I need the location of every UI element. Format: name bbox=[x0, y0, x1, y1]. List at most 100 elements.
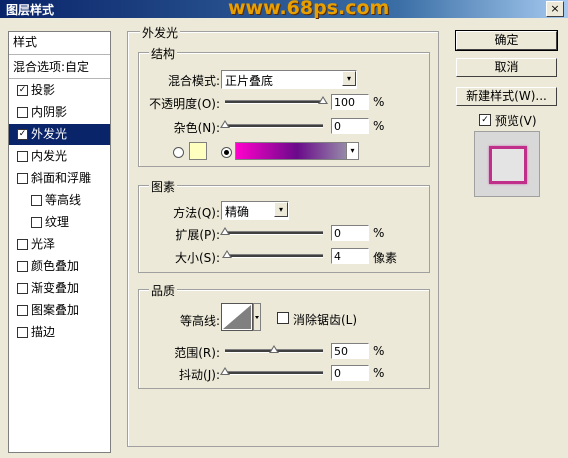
spread-unit: % bbox=[373, 226, 385, 240]
slider-thumb[interactable] bbox=[269, 345, 279, 353]
opacity-slider[interactable] bbox=[225, 96, 328, 107]
ok-button[interactable]: 确定 bbox=[455, 30, 558, 51]
style-item-checkbox[interactable] bbox=[17, 261, 28, 272]
jitter-input[interactable]: 0 bbox=[331, 365, 369, 381]
style-item-checkbox[interactable] bbox=[17, 305, 28, 316]
style-item-12[interactable]: 描边 bbox=[9, 322, 110, 343]
style-item-label: 斜面和浮雕 bbox=[31, 171, 92, 185]
structure-group: 结构 混合模式: 正片叠底 ▾ 不透明度(O): 100 % 杂色(N): 0 … bbox=[138, 45, 430, 167]
new-style-button[interactable]: 新建样式(W)... bbox=[456, 87, 557, 106]
slider-thumb[interactable] bbox=[221, 250, 232, 258]
style-item-label: 等高线 bbox=[45, 193, 82, 207]
style-item-label: 颜色叠加 bbox=[31, 259, 80, 273]
size-label: 大小(S): bbox=[174, 251, 220, 265]
size-slider[interactable] bbox=[221, 250, 323, 261]
gradient-radio[interactable] bbox=[221, 147, 232, 158]
style-item-label: 投影 bbox=[31, 83, 56, 97]
style-item-1[interactable]: ✓ 投影 bbox=[9, 80, 110, 101]
quality-title: 品质 bbox=[149, 282, 178, 299]
panel-title: 外发光 bbox=[140, 24, 181, 41]
slider-thumb[interactable] bbox=[220, 120, 230, 128]
watermark: www.68ps.com bbox=[228, 0, 390, 19]
solid-color-swatch[interactable] bbox=[189, 142, 207, 160]
style-item-checkbox[interactable]: ✓ bbox=[17, 129, 28, 140]
style-item-label: 外发光 bbox=[31, 127, 68, 141]
elements-group: 图素 方法(Q): 精确 ▾ 扩展(P): 0 % 大小(S): 4 像素 bbox=[138, 178, 430, 273]
method-label: 方法(Q): bbox=[173, 206, 220, 220]
solid-color-radio[interactable] bbox=[173, 147, 184, 158]
style-item-checkbox[interactable] bbox=[17, 283, 28, 294]
method-select[interactable]: 精确 ▾ bbox=[221, 201, 289, 220]
quality-group: 品质 等高线: 消除锯齿(L) 范围(R): 50 % 抖动(J): 0 % bbox=[138, 282, 430, 389]
slider-thumb[interactable] bbox=[318, 96, 328, 104]
jitter-unit: % bbox=[373, 366, 385, 380]
style-item-11[interactable]: 图案叠加 bbox=[9, 300, 110, 321]
style-item-10[interactable]: 渐变叠加 bbox=[9, 278, 110, 299]
style-preview bbox=[474, 131, 540, 197]
range-slider[interactable] bbox=[225, 345, 323, 356]
divider bbox=[9, 78, 110, 79]
style-item-label: 内阴影 bbox=[31, 105, 68, 119]
style-item-7[interactable]: 纹理 bbox=[9, 212, 110, 233]
style-item-3[interactable]: ✓ 外发光 bbox=[9, 124, 110, 145]
style-list: 样式 混合选项:自定 ✓ 投影 内阴影 ✓ 外发光 内发光 斜面和浮雕 等高线 纹理 光泽 颜色叠加… bbox=[8, 31, 111, 453]
range-input[interactable]: 50 bbox=[331, 343, 369, 359]
style-item-label: 渐变叠加 bbox=[31, 281, 80, 295]
style-item-4[interactable]: 内发光 bbox=[9, 146, 110, 167]
elements-title: 图素 bbox=[149, 178, 178, 195]
chevron-down-icon: ▾ bbox=[274, 202, 288, 217]
close-button[interactable]: × bbox=[546, 1, 564, 17]
chevron-down-icon: ▾ bbox=[342, 71, 356, 86]
range-label: 范围(R): bbox=[174, 346, 220, 360]
jitter-label: 抖动(J): bbox=[179, 368, 220, 382]
noise-slider[interactable] bbox=[220, 120, 323, 131]
style-item-label: 纹理 bbox=[45, 215, 70, 229]
style-item-checkbox[interactable]: ✓ bbox=[17, 85, 28, 96]
outer-glow-panel: 外发光 结构 混合模式: 正片叠底 ▾ 不透明度(O): 100 % 杂色(N)… bbox=[127, 24, 439, 447]
size-unit: 像素 bbox=[373, 251, 398, 265]
style-item-2[interactable]: 内阴影 bbox=[9, 102, 110, 123]
antialias-label: 消除锯齿(L) bbox=[293, 313, 358, 327]
style-item-label: 图案叠加 bbox=[31, 303, 80, 317]
style-item-checkbox[interactable] bbox=[17, 327, 28, 338]
blend-mode-label: 混合模式: bbox=[167, 74, 220, 88]
style-item-8[interactable]: 光泽 bbox=[9, 234, 110, 255]
antialias-checkbox[interactable] bbox=[277, 312, 289, 324]
style-item-6[interactable]: 等高线 bbox=[9, 190, 110, 211]
opacity-input[interactable]: 100 bbox=[331, 94, 369, 110]
preview-label: 预览(V) bbox=[495, 114, 537, 128]
style-item-checkbox[interactable] bbox=[31, 195, 42, 206]
slider-thumb[interactable] bbox=[220, 367, 230, 375]
gradient-swatch[interactable]: ▾ bbox=[235, 142, 359, 160]
noise-input[interactable]: 0 bbox=[331, 118, 369, 134]
jitter-slider[interactable] bbox=[220, 367, 323, 378]
blend-options-item[interactable]: 混合选项:自定 bbox=[9, 57, 110, 78]
style-item-checkbox[interactable] bbox=[17, 151, 28, 162]
contour-label: 等高线: bbox=[179, 314, 220, 328]
slider-thumb[interactable] bbox=[220, 227, 230, 235]
style-item-label: 描边 bbox=[31, 325, 56, 339]
style-item-checkbox[interactable] bbox=[17, 107, 28, 118]
contour-picker[interactable] bbox=[221, 303, 261, 331]
style-item-checkbox[interactable] bbox=[31, 217, 42, 228]
style-item-label: 光泽 bbox=[31, 237, 56, 251]
cancel-button[interactable]: 取消 bbox=[456, 58, 557, 77]
contour-preview-icon bbox=[221, 303, 261, 331]
title-bar: 图层样式 www.68ps.com × bbox=[0, 0, 568, 19]
style-item-5[interactable]: 斜面和浮雕 bbox=[9, 168, 110, 189]
range-unit: % bbox=[373, 344, 385, 358]
size-input[interactable]: 4 bbox=[331, 248, 369, 264]
preview-checkbox[interactable]: ✓ bbox=[479, 114, 491, 126]
preview-thumbnail bbox=[489, 146, 527, 184]
divider bbox=[9, 54, 110, 55]
spread-input[interactable]: 0 bbox=[331, 225, 369, 241]
style-item-checkbox[interactable] bbox=[17, 173, 28, 184]
style-item-checkbox[interactable] bbox=[17, 239, 28, 250]
blend-mode-select[interactable]: 正片叠底 ▾ bbox=[221, 70, 357, 89]
style-item-label: 内发光 bbox=[31, 149, 68, 163]
style-list-header[interactable]: 样式 bbox=[9, 32, 110, 53]
spread-slider[interactable] bbox=[220, 227, 323, 238]
style-item-9[interactable]: 颜色叠加 bbox=[9, 256, 110, 277]
chevron-down-icon[interactable]: ▾ bbox=[346, 143, 358, 159]
spread-label: 扩展(P): bbox=[175, 228, 220, 242]
